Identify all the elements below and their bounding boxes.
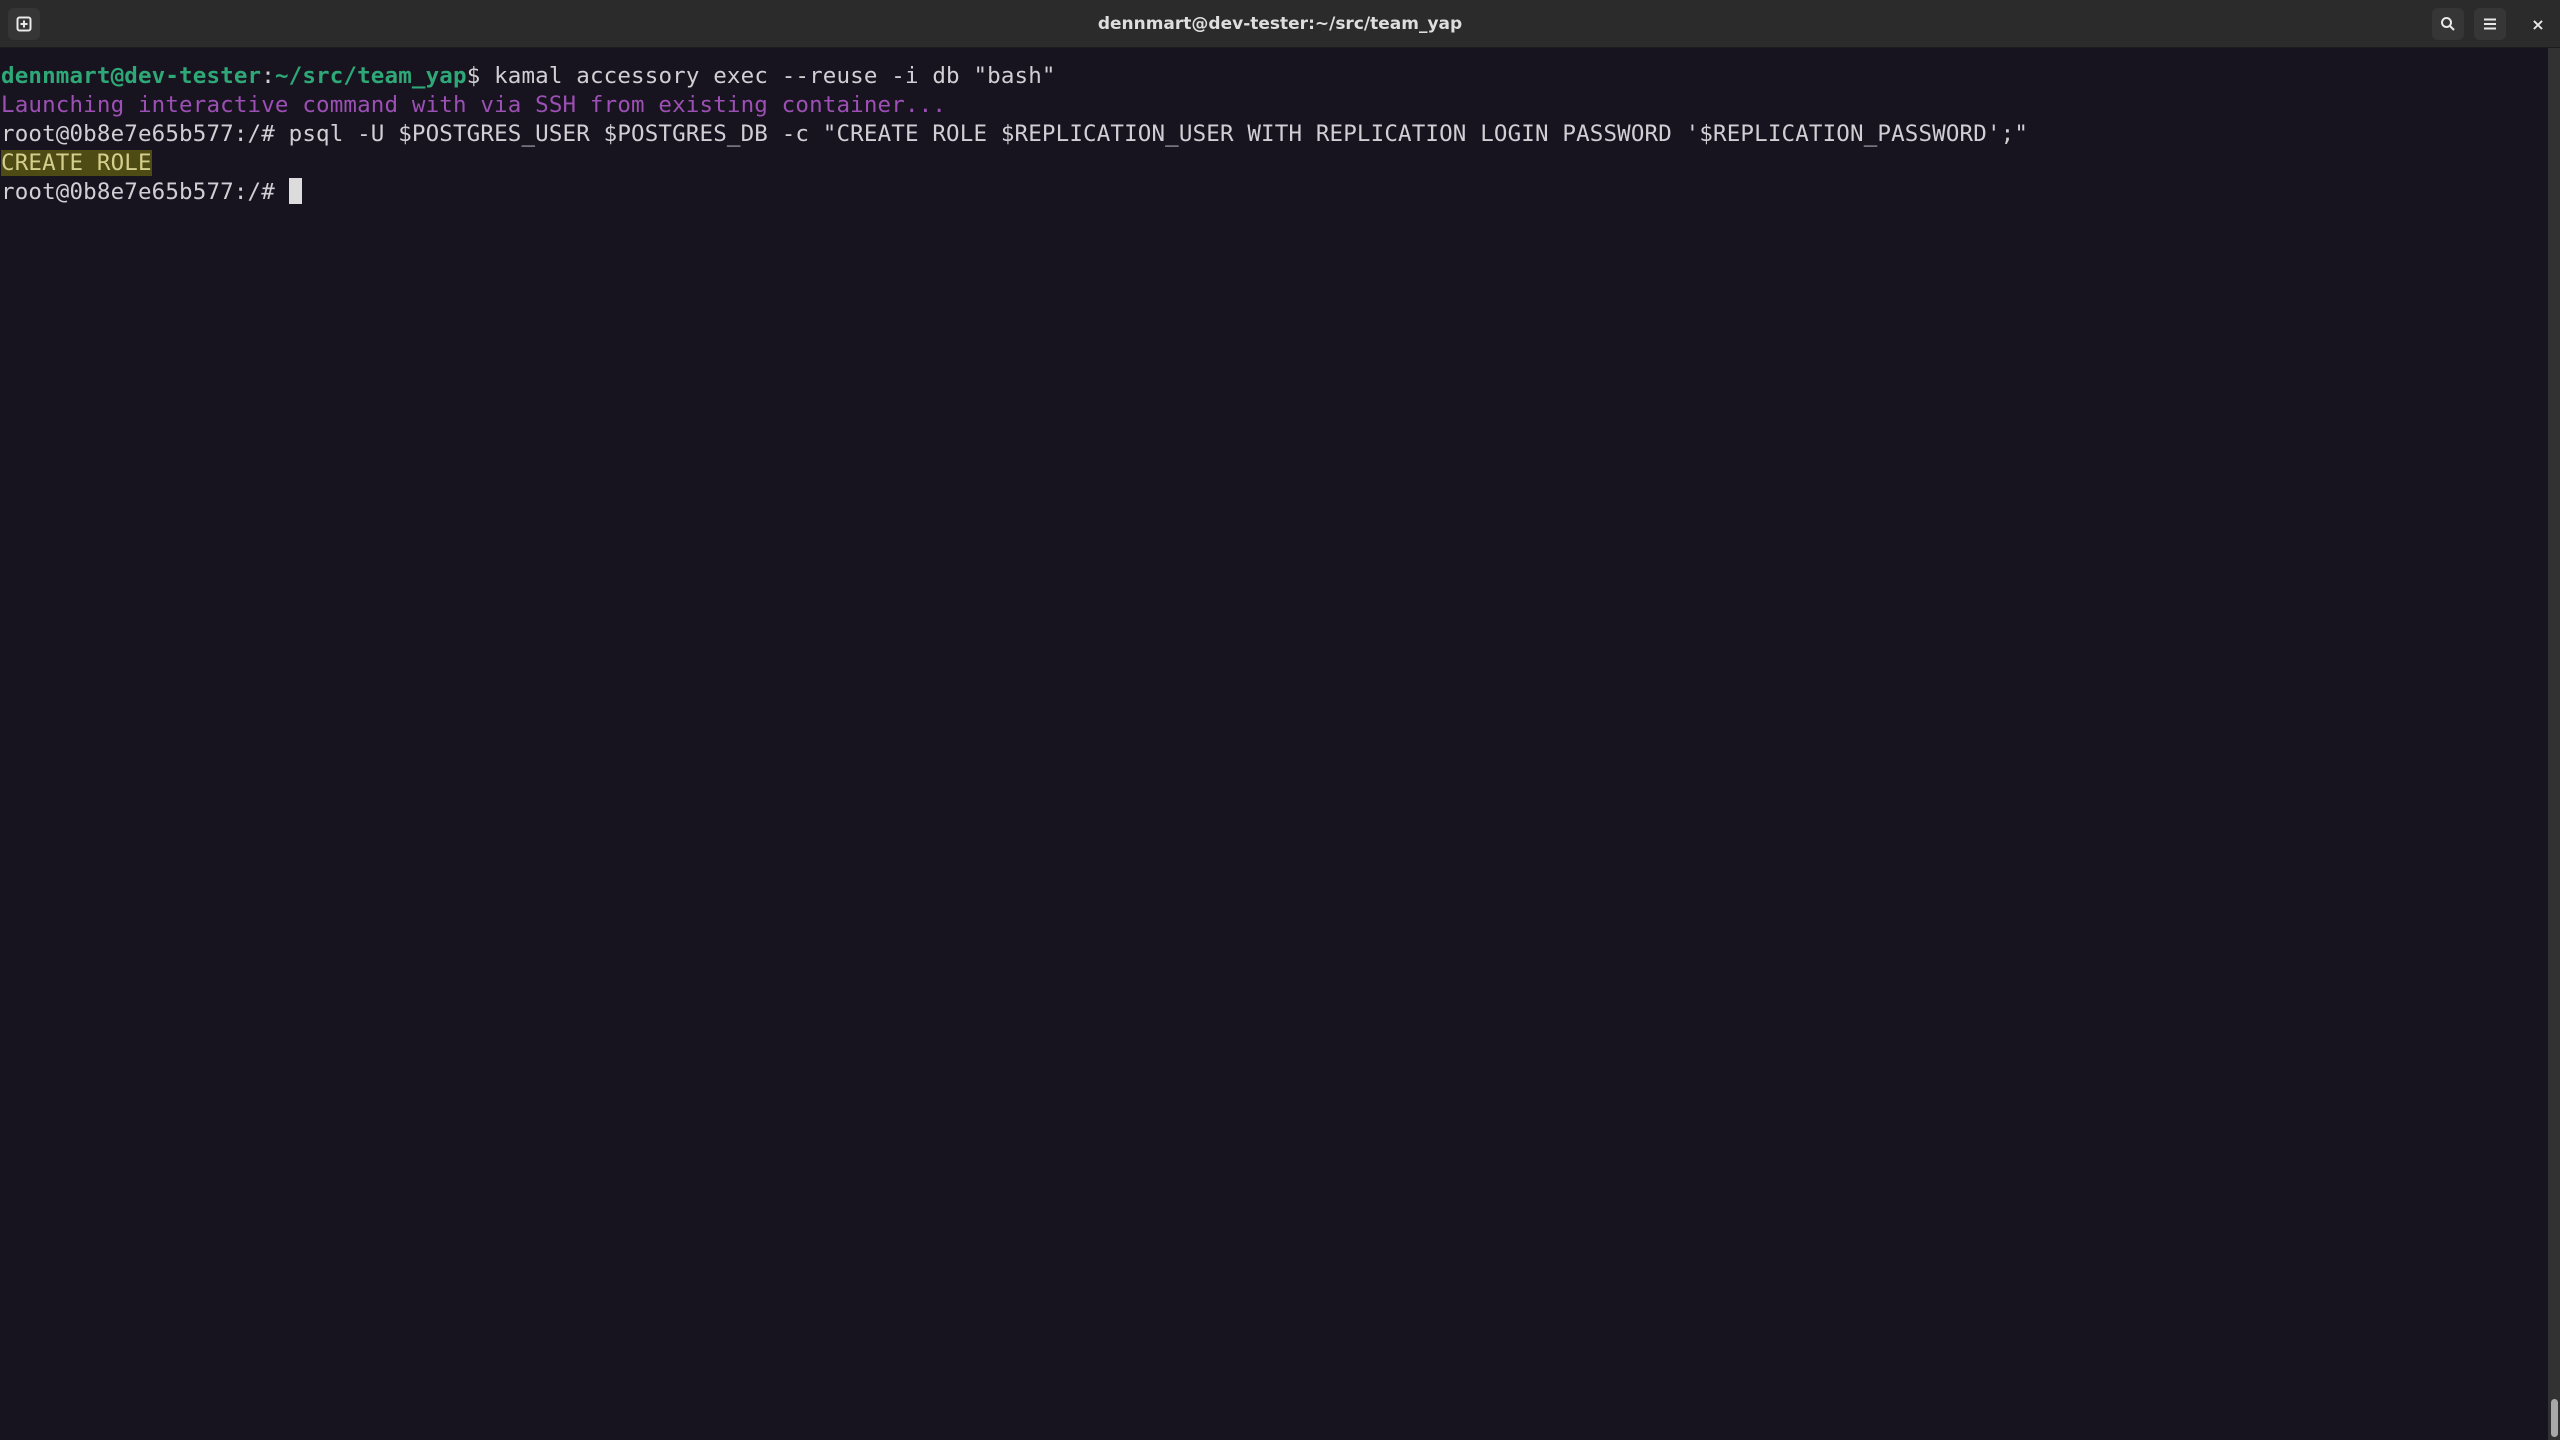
command-result-highlight: CREATE ROLE: [1, 150, 152, 176]
window-title: dennmart@dev-tester:~/src/team_yap: [1097, 13, 1463, 34]
command-text: kamal accessory exec --reuse -i db "bash…: [480, 63, 1056, 89]
prompt-user-host: dennmart@dev-tester: [1, 63, 262, 89]
new-tab-icon: [16, 16, 32, 32]
container-prompt: root@0b8e7e65b577:/#: [1, 179, 275, 205]
prompt-symbol: $: [466, 63, 481, 89]
terminal-output[interactable]: dennmart@dev-tester:~/src/team_yap$ kama…: [0, 48, 2548, 1440]
prompt-separator: :: [261, 63, 275, 89]
new-tab-button[interactable]: [8, 8, 40, 40]
terminal-line: dennmart@dev-tester:~/src/team_yap$ kama…: [1, 62, 1056, 91]
search-icon: [2441, 17, 2455, 31]
menu-button[interactable]: [2474, 8, 2506, 40]
command-text: psql -U $POSTGRES_USER $POSTGRES_DB -c "…: [274, 121, 2029, 147]
command-text: [275, 179, 289, 205]
terminal-line: root@0b8e7e65b577:/#: [1, 178, 302, 207]
terminal-line: Launching interactive command with via S…: [1, 92, 947, 118]
search-button[interactable]: [2432, 8, 2464, 40]
vertical-scrollbar[interactable]: [2548, 48, 2560, 1440]
prompt-path: ~/src/team_yap: [274, 63, 467, 89]
terminal-line: CREATE ROLE: [1, 149, 152, 178]
close-icon: ×: [2531, 14, 2545, 34]
terminal-line: root@0b8e7e65b577:/# psql -U $POSTGRES_U…: [1, 120, 2028, 149]
container-prompt: root@0b8e7e65b577:/#: [1, 121, 275, 147]
close-button[interactable]: ×: [2526, 8, 2550, 40]
scrollbar-thumb[interactable]: [2551, 1399, 2558, 1437]
hamburger-menu-icon: [2484, 18, 2496, 30]
text-cursor: [288, 178, 302, 204]
title-bar: dennmart@dev-tester:~/src/team_yap ×: [0, 0, 2560, 48]
